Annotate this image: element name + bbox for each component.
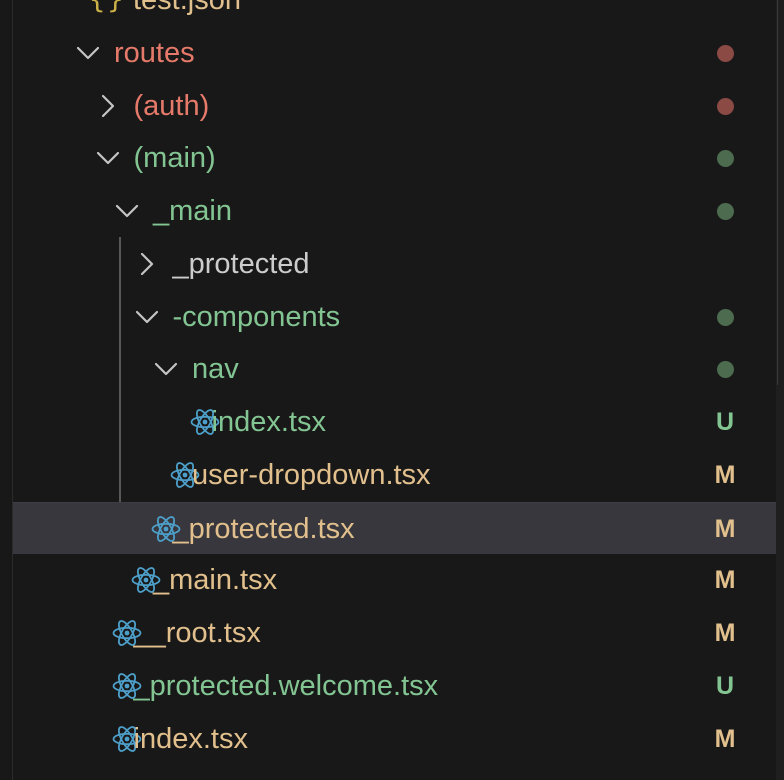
git-status-dot: [717, 44, 734, 62]
git-status-dot: [717, 361, 734, 379]
tree-item-label: routes: [114, 36, 195, 69]
tree-item-label: test.json: [133, 0, 241, 16]
tree-file-row[interactable]: __root.tsx M: [13, 607, 776, 659]
tree-folder-row[interactable]: routes: [13, 27, 776, 79]
git-status-dot: [717, 203, 734, 220]
tree-item-label: index.tsx: [133, 722, 248, 755]
tree-item-label: nav: [192, 353, 239, 386]
chevron-down-icon[interactable]: [134, 304, 160, 330]
tree-item-label: _main.tsx: [153, 564, 278, 597]
tree-file-row[interactable]: {} test.json: [13, 0, 776, 26]
tree-item-label: user-dropdown.tsx: [192, 458, 431, 491]
tree-file-row[interactable]: _protected.welcome.tsx U: [13, 660, 776, 712]
file-explorer: {} test.json routes (auth) (main) _main _prote…: [0, 0, 784, 780]
git-status-badge: M: [714, 566, 736, 595]
tree-item-label: __root.tsx: [133, 617, 261, 649]
tree-folder-row[interactable]: -components: [13, 291, 776, 343]
tree-item-label: (main): [133, 142, 216, 175]
git-status-dot: [717, 97, 734, 115]
git-status-badge: U: [715, 408, 735, 436]
chevron-down-icon[interactable]: [153, 356, 179, 382]
tree-item-label: index.tsx: [211, 406, 326, 438]
tree-item-label: _protected.welcome.tsx: [133, 669, 439, 702]
tree-item-label: _main: [153, 195, 232, 227]
tree-folder-row[interactable]: (auth): [13, 80, 776, 132]
tree-item-label: _protected: [172, 247, 310, 280]
tree-item-label: (auth): [133, 89, 210, 122]
tree-file-row[interactable]: _main.tsx M: [13, 554, 776, 606]
tree-item-label: _protected.tsx: [172, 512, 355, 545]
git-status-dot: [717, 308, 734, 326]
git-status-badge: U: [715, 671, 735, 700]
chevron-down-icon[interactable]: [114, 198, 140, 224]
tree-file-row[interactable]: index.tsx U: [13, 396, 776, 448]
chevron-down-icon[interactable]: [95, 145, 121, 171]
tree-file-row[interactable]: _protected.tsx M: [13, 501, 776, 554]
chevron-down-icon[interactable]: [75, 40, 101, 66]
tree-file-row[interactable]: index.tsx M: [13, 713, 776, 765]
scrollbar-track[interactable]: [776, 0, 784, 780]
git-status-badge: M: [714, 460, 736, 489]
tree-item-label: -components: [172, 300, 341, 333]
json-braces-icon: {}: [89, 0, 126, 26]
git-status-badge: M: [714, 619, 736, 647]
tree-folder-row[interactable]: _main: [13, 185, 776, 237]
chevron-right-icon[interactable]: [134, 251, 160, 277]
chevron-right-icon[interactable]: [95, 93, 121, 119]
git-status-badge: M: [714, 514, 736, 543]
tree-file-row[interactable]: user-dropdown.tsx M: [13, 449, 776, 501]
git-status-badge: M: [714, 724, 736, 753]
tree-folder-row[interactable]: nav: [13, 343, 776, 395]
tree-folder-row[interactable]: (main): [13, 132, 776, 184]
tree-folder-row[interactable]: _protected: [13, 238, 776, 290]
git-status-dot: [717, 150, 734, 168]
